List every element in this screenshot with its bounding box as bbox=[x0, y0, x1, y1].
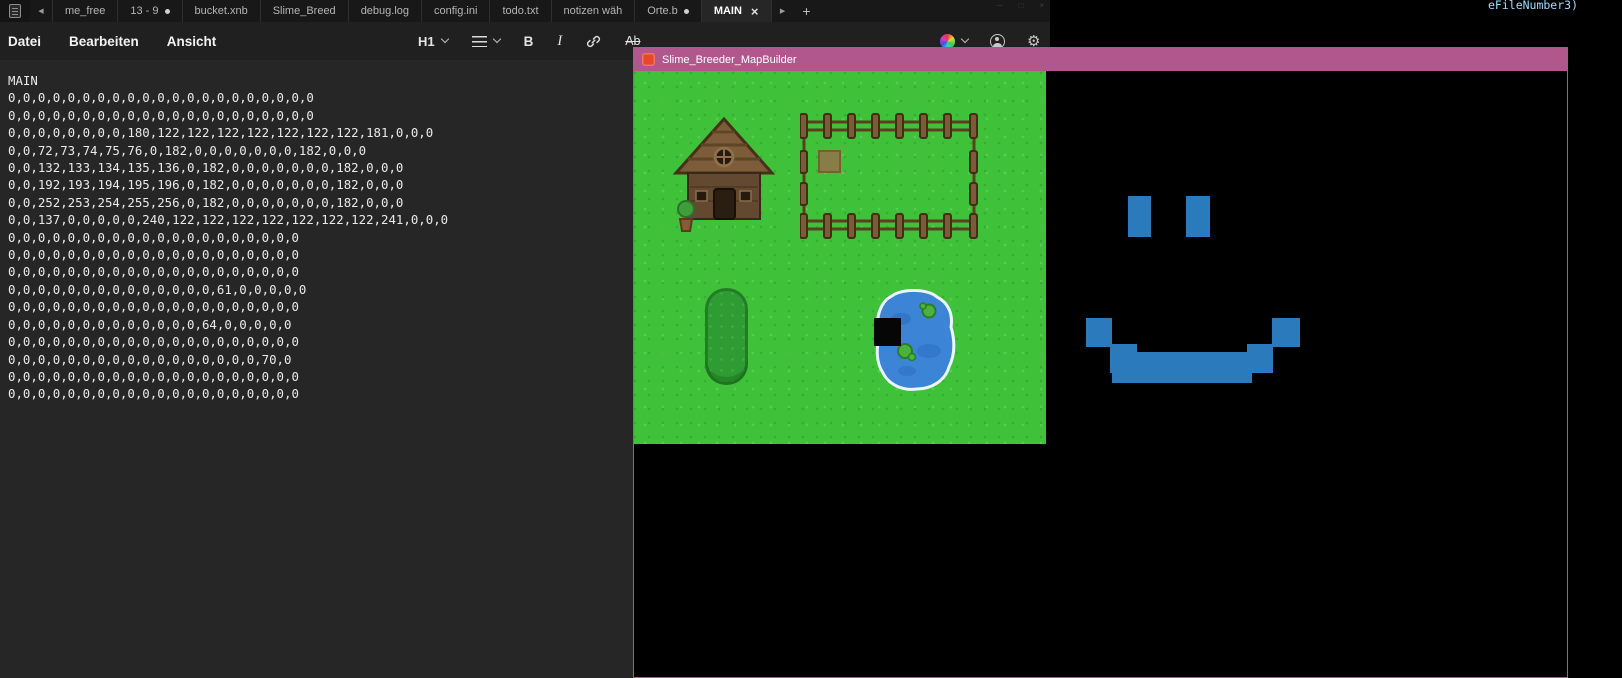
menu-datei[interactable]: Datei bbox=[8, 34, 41, 49]
tab-label: config.ini bbox=[434, 5, 478, 17]
blue-pixel-block bbox=[1112, 352, 1252, 383]
menu-ansicht[interactable]: Ansicht bbox=[167, 34, 217, 49]
heading-dropdown[interactable]: H1 bbox=[418, 33, 449, 49]
tab-me-free[interactable]: me_free bbox=[52, 0, 119, 22]
tab-todo-txt[interactable]: todo.txt bbox=[490, 0, 552, 22]
tab-13-9[interactable]: 13 - 9 bbox=[118, 0, 183, 22]
heading-label: H1 bbox=[418, 33, 435, 49]
tab-notizen-wäh[interactable]: notizen wäh bbox=[552, 0, 636, 22]
scroll-tabs-left-icon[interactable]: ◀ bbox=[30, 0, 52, 22]
tab-slime-breed[interactable]: Slime_Breed bbox=[261, 0, 349, 22]
document-icon bbox=[9, 4, 21, 18]
chevron-down-icon bbox=[440, 34, 449, 44]
format-toolbar: H1 B I Ab bbox=[418, 22, 641, 60]
tab-label: debug.log bbox=[360, 5, 410, 17]
tab-label: todo.txt bbox=[502, 5, 539, 17]
chevron-down-icon bbox=[960, 34, 970, 44]
list-icon bbox=[471, 35, 487, 47]
blue-pixel-block bbox=[1086, 318, 1112, 347]
window-controls: ─ □ × bbox=[997, 1, 1044, 10]
grass-map-area[interactable] bbox=[634, 71, 1046, 444]
black-tile-cursor bbox=[874, 318, 901, 346]
tab-label: 13 - 9 bbox=[130, 5, 159, 17]
list-dropdown[interactable] bbox=[471, 34, 501, 47]
menu-bearbeiten[interactable]: Bearbeiten bbox=[69, 34, 139, 49]
tab-label: MAIN bbox=[713, 5, 742, 17]
scroll-tabs-right-icon[interactable]: ▶ bbox=[772, 0, 794, 22]
blue-pixel-block bbox=[1186, 196, 1210, 237]
italic-button[interactable]: I bbox=[557, 33, 562, 50]
close-icon[interactable]: × bbox=[1039, 1, 1044, 10]
tab-label: bucket.xnb bbox=[194, 5, 248, 17]
tab-bar: ◀ me_free 13 - 9 bucket.xnb Slime_Breed debu… bbox=[0, 0, 1050, 22]
tab-main[interactable]: MAIN × bbox=[701, 0, 772, 22]
map-window-titlebar[interactable]: Slime_Breeder_MapBuilder bbox=[634, 48, 1567, 71]
blue-pixel-block bbox=[1128, 196, 1151, 237]
tab-label: Slime_Breed bbox=[272, 5, 336, 17]
slime-breeder-app-icon bbox=[642, 53, 655, 66]
strikethrough-button[interactable]: Ab bbox=[625, 34, 640, 48]
dirt-tile bbox=[818, 150, 841, 173]
background-code-fragment: eFileNumber3) bbox=[1488, 0, 1579, 12]
link-icon bbox=[587, 35, 601, 47]
potted-plant-sprite bbox=[677, 200, 695, 232]
unsaved-indicator-dot bbox=[164, 8, 170, 14]
link-button[interactable] bbox=[586, 34, 601, 49]
fence-sprite bbox=[800, 113, 978, 239]
blue-pixel-block bbox=[1247, 344, 1273, 373]
map-builder-window: Slime_Breeder_MapBuilder bbox=[633, 47, 1568, 678]
map-window-title: Slime_Breeder_MapBuilder bbox=[662, 53, 797, 66]
menu-bar: Datei Bearbeiten Ansicht bbox=[8, 22, 216, 60]
map-canvas bbox=[634, 71, 1567, 677]
bold-button[interactable]: B bbox=[524, 34, 534, 49]
tab-debug-log[interactable]: debug.log bbox=[349, 0, 423, 22]
blue-pixel-block bbox=[1272, 318, 1300, 347]
tab-config-ini[interactable]: config.ini bbox=[422, 0, 491, 22]
tab-bucket-xnb[interactable]: bucket.xnb bbox=[183, 0, 261, 22]
notepad-app-icon[interactable] bbox=[0, 0, 30, 22]
tab-label: me_free bbox=[65, 5, 106, 17]
tab-label: notizen wäh bbox=[563, 5, 623, 17]
tab-list: me_free 13 - 9 bucket.xnb Slime_Breed debug.… bbox=[52, 0, 772, 22]
tab-orte-b[interactable]: Orte.b bbox=[635, 0, 702, 22]
screen: eFileNumber3) ◀ me_free 13 - 9 bucket.xnb S… bbox=[0, 0, 1622, 678]
minimize-icon[interactable]: ─ bbox=[997, 1, 1003, 10]
maximize-icon[interactable]: □ bbox=[1018, 1, 1023, 10]
hedge-sprite bbox=[705, 288, 748, 385]
close-tab-icon[interactable]: × bbox=[751, 5, 759, 18]
tab-label: Orte.b bbox=[647, 5, 678, 17]
chevron-down-icon bbox=[492, 34, 501, 44]
new-tab-button[interactable]: + bbox=[794, 0, 820, 22]
unsaved-indicator-dot bbox=[683, 8, 689, 14]
